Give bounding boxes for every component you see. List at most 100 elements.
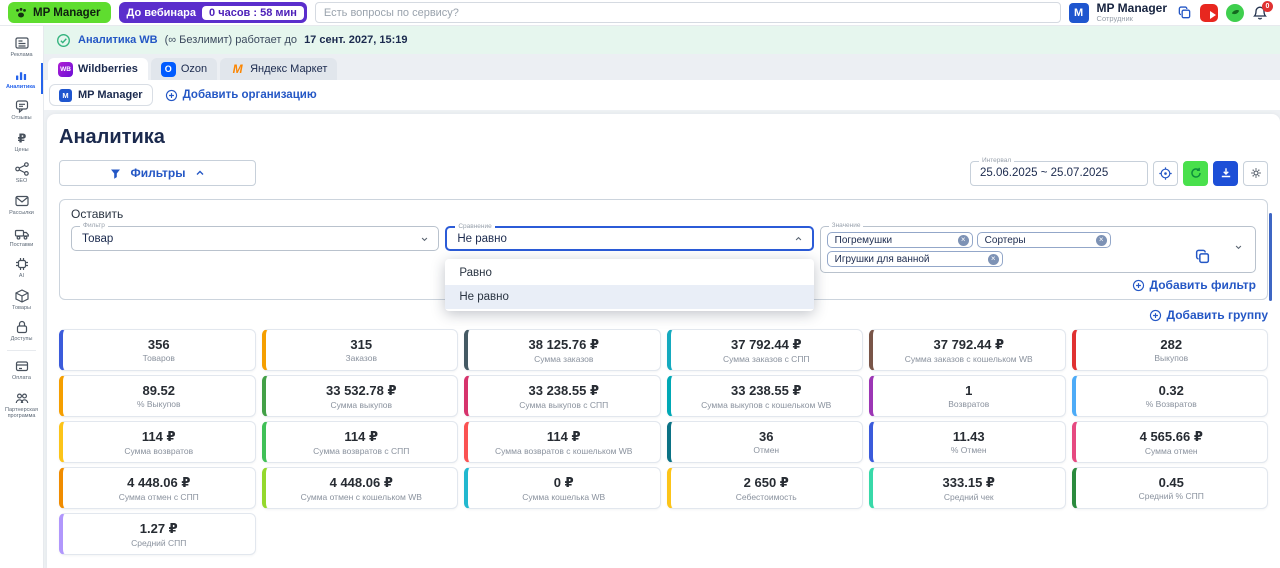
search-input[interactable] <box>314 2 1061 23</box>
chevron-up-icon <box>194 167 206 179</box>
metric-card: 0.32 % Возвратов <box>1071 375 1268 417</box>
add-organization-button[interactable]: Добавить организацию <box>165 89 317 102</box>
filters-label: Фильтры <box>130 166 186 180</box>
sidebar-item-mail[interactable]: Рассылки <box>0 189 43 221</box>
sidebar-item-label: Доступы <box>10 336 33 343</box>
sidebar-item-label: Партнерская программа <box>5 406 38 420</box>
metric-card: 282 Выкупов <box>1071 329 1268 371</box>
oz-marketplace-icon: O <box>160 61 176 77</box>
date-range-field[interactable]: Интервал 25.06.2025 ~ 25.07.2025 <box>970 156 1148 186</box>
value-multiselect[interactable]: Значение Погремушки × Сортеры × Игрушки дл… <box>819 222 1256 273</box>
org-tab-label: MP Manager <box>78 89 143 101</box>
metric-label: Сумма кошелька WB <box>522 491 606 502</box>
comparison-dropdown: Равно Не равно <box>445 259 814 311</box>
target-button[interactable] <box>1153 160 1178 186</box>
tab-ozon[interactable]: O Ozon <box>150 58 218 80</box>
metric-label: Сумма отмен <box>1144 445 1198 456</box>
sidebar-item-payment[interactable]: Оплата <box>0 354 43 386</box>
metric-value: 4 565.66 ₽ <box>1139 428 1203 444</box>
chevron-down-icon <box>419 233 430 244</box>
metric-label: Средний % СПП <box>1138 491 1204 501</box>
tab-яндекс-маркет[interactable]: M Яндекс Маркет <box>220 58 338 80</box>
metric-value: 38 125.76 ₽ <box>528 336 600 352</box>
sidebar-item-access[interactable]: Доступы <box>0 315 43 347</box>
selected-tags: Погремушки × Сортеры × Игрушки для ванной … <box>826 232 1195 267</box>
tag-label: Погремушки <box>834 234 893 246</box>
metric-label: Выкупов <box>1154 353 1189 363</box>
metric-label: Сумма выкупов с кошельком WB <box>701 399 832 410</box>
metric-value: 37 792.44 ₽ <box>933 336 1005 352</box>
add-group-button[interactable]: Добавить группу <box>1149 308 1268 322</box>
seo-icon <box>14 161 30 177</box>
filters-toggle-button[interactable]: Фильтры <box>59 160 256 186</box>
user-info: MP Manager Сотрудник <box>1097 2 1167 22</box>
webinar-banner[interactable]: До вебинара 0 часов : 58 мин <box>118 2 307 23</box>
dropdown-option[interactable]: Не равно <box>445 285 814 309</box>
sidebar-item-label: SEO <box>15 178 28 185</box>
filter-field-select[interactable]: Фильтр Товар <box>71 222 440 251</box>
notice-product-link[interactable]: Аналитика WB <box>78 34 158 46</box>
metric-value: 37 792.44 ₽ <box>731 336 802 352</box>
add-filter-button[interactable]: Добавить фильтр <box>1132 278 1256 292</box>
sidebar-item-analytics[interactable]: Аналитика <box>0 62 43 95</box>
notifications-bell-icon[interactable]: 0 <box>1252 0 1273 21</box>
sidebar-item-reviews[interactable]: Отзывы <box>0 94 43 126</box>
remove-tag-icon[interactable]: × <box>957 234 969 246</box>
metric-label: Сумма возвратов с кошельком WB <box>495 445 633 456</box>
app-logo[interactable]: MP Manager <box>8 2 111 23</box>
tab-label: Wildberries <box>78 63 138 75</box>
tag-chip[interactable]: Сортеры × <box>976 232 1111 248</box>
sidebar-item-label: AI <box>18 273 25 280</box>
remove-tag-icon[interactable]: × <box>1095 234 1107 246</box>
metric-value: 0.45 <box>1158 475 1184 490</box>
org-icon: M <box>59 88 72 102</box>
metric-label: Сумма возвратов <box>124 445 194 456</box>
tag-chip[interactable]: Игрушки для ванной × <box>826 251 1003 267</box>
user-role: Сотрудник <box>1096 13 1133 23</box>
metric-value: 11.43 <box>952 429 985 444</box>
comparison-label: Сравнение <box>455 223 495 230</box>
tab-wildberries[interactable]: WB Wildberries <box>48 58 148 80</box>
youtube-icon[interactable] <box>1200 3 1218 22</box>
toolbar: Фильтры Интервал 25.06.2025 ~ 25.07.2025 <box>59 156 1268 186</box>
metric-label: Сумма выкупов с СПП <box>519 399 609 410</box>
filter-field-value: Товар <box>82 232 114 245</box>
page-title: Аналитика <box>59 126 165 148</box>
sidebar-item-partners[interactable]: Партнерская программа <box>0 386 43 424</box>
refresh-button[interactable] <box>1183 160 1208 186</box>
user-name: MP Manager <box>1096 1 1167 16</box>
sidebar-item-ads[interactable]: Реклама <box>0 31 43 63</box>
metric-value: 114 ₽ <box>141 428 176 444</box>
access-icon <box>14 319 30 335</box>
metric-card: 114 ₽ Сумма возвратов с СПП <box>261 421 458 463</box>
download-button[interactable] <box>1213 160 1238 186</box>
sidebar-item-ai[interactable]: AI <box>0 252 43 284</box>
add-filter-label: Добавить фильтр <box>1149 278 1256 292</box>
sidebar-item-supplies[interactable]: Поставки <box>0 221 43 253</box>
logo-icon <box>14 6 28 20</box>
sidebar-item-seo[interactable]: SEO <box>0 157 43 189</box>
metric-value: 114 ₽ <box>344 428 379 444</box>
topbar: MP Manager До вебинара 0 часов : 58 мин … <box>0 0 1280 26</box>
webinar-label: До вебинара <box>126 6 197 19</box>
sidebar-item-products[interactable]: Товары <box>0 284 43 316</box>
dropdown-option[interactable]: Равно <box>445 261 813 285</box>
metric-label: Сумма возвратов с СПП <box>313 445 410 456</box>
community-icon[interactable] <box>1226 3 1244 22</box>
copy-icon[interactable] <box>1177 5 1192 20</box>
plus-circle-icon <box>1149 309 1162 322</box>
tab-organization[interactable]: M MP Manager <box>49 84 153 106</box>
metric-card: 11.43 % Отмен <box>869 421 1066 463</box>
avatar[interactable]: M <box>1068 2 1089 23</box>
tag-chip[interactable]: Погремушки × <box>826 232 973 248</box>
comparison-select[interactable]: Сравнение Не равно <box>445 223 814 251</box>
remove-tag-icon[interactable]: × <box>987 253 999 265</box>
sidebar-item-prices[interactable]: ₽ Цены <box>0 126 43 158</box>
ai-icon <box>14 256 30 272</box>
copy-values-icon[interactable] <box>1194 248 1211 265</box>
analytics-icon <box>13 67 29 83</box>
notice-text: (∞ Безлимит) работает до <box>164 34 298 46</box>
scrollbar-thumb[interactable] <box>1269 213 1272 301</box>
settings-gear-button[interactable] <box>1243 160 1268 186</box>
metric-card: 1.27 ₽ Средний СПП <box>59 513 256 555</box>
